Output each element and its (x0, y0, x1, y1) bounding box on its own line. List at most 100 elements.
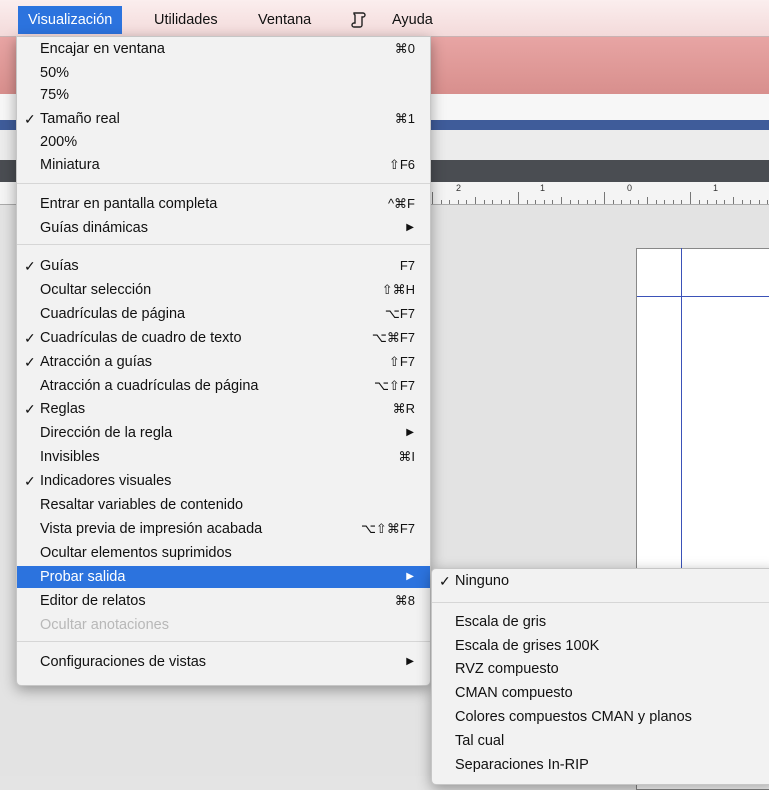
ruler-tick (638, 200, 640, 204)
ruler-label: 1 (540, 183, 546, 193)
submenu-item-tal-cual[interactable]: Tal cual (432, 730, 769, 752)
menu-ayuda[interactable]: Ayuda (382, 6, 443, 34)
menu-item-label: Cuadrículas de página (40, 306, 186, 322)
menu-separator (17, 183, 430, 184)
menu-item-direccion-de-la-regla[interactable]: Dirección de la regla ▶ (17, 422, 430, 444)
submenu-item-label: Escala de gris (455, 614, 547, 630)
menu-item-miniatura[interactable]: Miniatura ⇧F6 (17, 154, 430, 176)
menu-item-probar-salida[interactable]: Probar salida ▶ (17, 566, 430, 588)
checkmark-icon: ✓ (24, 330, 36, 346)
menu-visualizacion[interactable]: Visualización (18, 6, 123, 34)
menu-item-entrar-en-pantalla-completa[interactable]: Entrar en pantalla completa ^⌘F (17, 193, 430, 215)
script-scroll-icon[interactable] (350, 10, 368, 28)
menu-item-50[interactable]: 50% (17, 62, 430, 84)
menu-item-ocultar-elementos-suprimidos[interactable]: Ocultar elementos suprimidos (17, 542, 430, 564)
checkmark-icon: ✓ (24, 473, 36, 489)
menu-item-label: 75% (40, 87, 70, 103)
menu-item-tamano-real[interactable]: ✓ Tamaño real ⌘1 (17, 108, 430, 130)
ruler-tick (535, 200, 537, 204)
menu-shortcut: ⌥⇧⌘F7 (360, 521, 415, 536)
menu-item-atraccion-a-guias[interactable]: ✓ Atracción a guías ⇧F7 (17, 351, 430, 373)
menu-item-label: Reglas (40, 401, 86, 417)
menu-item-ocultar-anotaciones[interactable]: Ocultar anotaciones (17, 614, 430, 636)
ruler-tick (681, 200, 683, 204)
menu-separator (432, 602, 769, 603)
ruler-tick (578, 200, 580, 204)
submenu-item-rvz-compuesto[interactable]: RVZ compuesto (432, 658, 769, 680)
submenu-item-label: CMAN compuesto (455, 685, 573, 701)
menu-shortcut: ⇧⌘H (381, 282, 415, 297)
submenu-item-separaciones-in-rip[interactable]: Separaciones In-RIP (432, 754, 769, 776)
ruler-tick (664, 200, 666, 204)
menu-item-label: Vista previa de impresión acabada (40, 521, 263, 537)
menu-item-label: Atracción a guías (40, 354, 153, 370)
menu-item-label: Resaltar variables de contenido (40, 497, 244, 513)
submenu-item-colores-compuestos-cman-y-planos[interactable]: Colores compuestos CMAN y planos (432, 706, 769, 728)
menu-item-encajar-en-ventana[interactable]: Encajar en ventana ⌘0 (17, 38, 430, 60)
submenu-item-label: Escala de grises 100K (455, 638, 600, 654)
ruler-label: 0 (627, 183, 633, 193)
menu-item-label: Encajar en ventana (40, 41, 165, 57)
ruler-tick (767, 200, 769, 204)
ruler-tick (690, 192, 691, 204)
menu-item-indicadores-visuales[interactable]: ✓ Indicadores visuales (17, 470, 430, 492)
ruler-tick (449, 200, 451, 204)
menu-item-label: Ocultar anotaciones (40, 617, 169, 633)
menu-item-configuraciones-de-vistas[interactable]: Configuraciones de vistas ▶ (17, 651, 430, 673)
ruler-tick (483, 200, 485, 204)
menu-ventana[interactable]: Ventana (248, 6, 321, 34)
menu-shortcut: ⌥⌘F7 (371, 330, 415, 345)
menu-utilidades[interactable]: Utilidades (144, 6, 228, 34)
ruler-tick (595, 200, 597, 204)
submenu-item-label: Ninguno (455, 573, 510, 589)
menu-item-vista-previa-de-impresion-acabada[interactable]: Vista previa de impresión acabada ⌥⇧⌘F7 (17, 518, 430, 540)
submenu-item-cman-compuesto[interactable]: CMAN compuesto (432, 682, 769, 704)
ruler-tick (518, 192, 519, 204)
menu-shortcut: F7 (399, 258, 415, 273)
ruler-tick (707, 200, 709, 204)
horizontal-guide[interactable] (637, 296, 769, 297)
checkmark-icon: ✓ (24, 401, 36, 417)
menu-item-ocultar-seleccion[interactable]: Ocultar selección ⇧⌘H (17, 279, 430, 301)
submenu-item-label: Separaciones In-RIP (455, 757, 589, 773)
submenu-item-escala-de-gris[interactable]: Escala de gris (432, 611, 769, 633)
menu-item-invisibles[interactable]: Invisibles ⌘I (17, 446, 430, 468)
ruler-tick (698, 200, 700, 204)
ruler-tick (432, 192, 433, 204)
menu-item-label: Indicadores visuales (40, 473, 172, 489)
menu-item-reglas[interactable]: ✓ Reglas ⌘R (17, 398, 430, 420)
ruler-tick (733, 197, 734, 204)
menu-item-label: Guías (40, 258, 79, 274)
ruler-tick (526, 200, 528, 204)
menu-item-label: Editor de relatos (40, 593, 146, 609)
ruler-tick (475, 197, 476, 204)
menu-item-guias[interactable]: ✓ Guías F7 (17, 255, 430, 277)
menu-separator (17, 641, 430, 642)
menu-item-guias-dinamicas[interactable]: Guías dinámicas ▶ (17, 217, 430, 239)
menu-item-editor-de-relatos[interactable]: Editor de relatos ⌘8 (17, 590, 430, 612)
submenu-arrow-icon: ▶ (406, 656, 414, 667)
menu-item-atraccion-a-cuadriculas-de-pagina[interactable]: Atracción a cuadrículas de página ⌥⇧F7 (17, 375, 430, 397)
submenu-arrow-icon: ▶ (406, 222, 414, 233)
checkmark-icon: ✓ (24, 354, 36, 370)
menu-item-label: 200% (40, 134, 78, 150)
submenu-item-ninguno[interactable]: ✓ Ninguno (432, 570, 769, 592)
menu-item-label: Probar salida (40, 569, 126, 585)
menu-shortcut: ⌘1 (394, 111, 415, 126)
ruler-tick (612, 200, 614, 204)
menu-item-resaltar-variables-de-contenido[interactable]: Resaltar variables de contenido (17, 494, 430, 516)
menu-item-label: Dirección de la regla (40, 425, 173, 441)
menu-shortcut: ⌥⇧F7 (373, 378, 415, 393)
ruler-tick (758, 200, 760, 204)
menu-item-75[interactable]: 75% (17, 84, 430, 106)
submenu-item-label: Tal cual (455, 733, 505, 749)
menu-item-cuadriculas-de-pagina[interactable]: Cuadrículas de página ⌥F7 (17, 303, 430, 325)
menu-shortcut: ⇧F7 (388, 354, 415, 369)
menu-item-200[interactable]: 200% (17, 131, 430, 153)
ruler-label: 2 (456, 183, 462, 193)
ruler-tick (543, 200, 545, 204)
menu-item-cuadriculas-de-cuadro-de-texto[interactable]: ✓ Cuadrículas de cuadro de texto ⌥⌘F7 (17, 327, 430, 349)
menu-item-label: Tamaño real (40, 111, 120, 127)
ruler-tick (715, 200, 717, 204)
submenu-item-escala-de-grises-100k[interactable]: Escala de grises 100K (432, 635, 769, 657)
